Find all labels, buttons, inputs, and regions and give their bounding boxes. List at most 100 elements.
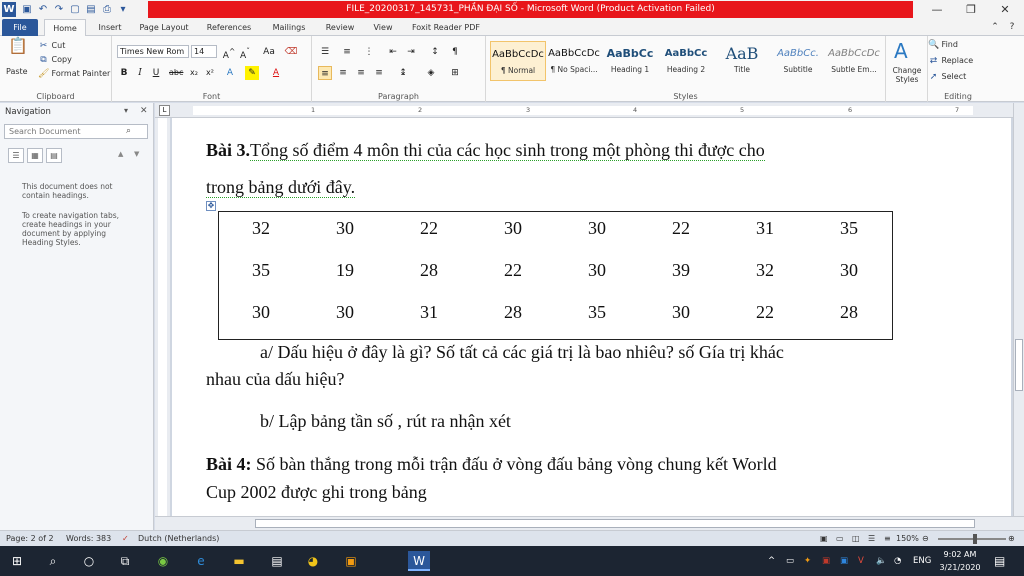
highlight-icon[interactable]: ✎ <box>245 66 259 80</box>
horizontal-scroll-thumb[interactable] <box>255 519 975 528</box>
table-move-handle-icon[interactable]: ✥ <box>206 201 216 211</box>
nav-up-icon[interactable]: ▲ <box>118 150 123 158</box>
store-icon[interactable]: ▤ <box>266 551 288 571</box>
customize-toolbar-icon[interactable]: ▾ <box>116 2 130 17</box>
restore-icon[interactable]: ❐ <box>954 0 988 19</box>
bold-icon[interactable]: B <box>117 66 131 80</box>
word-taskbar-icon[interactable]: W <box>408 551 430 571</box>
tab-selector-icon[interactable]: L <box>159 105 170 116</box>
tray-icon[interactable]: ✦ <box>804 546 811 576</box>
word-count[interactable]: Words: 383 <box>66 533 111 545</box>
tab-references[interactable]: References <box>200 19 258 36</box>
cut-button[interactable]: ✂ Cut <box>38 40 66 52</box>
vertical-scroll-thumb[interactable] <box>1015 339 1023 391</box>
underline-icon[interactable]: U <box>149 66 163 80</box>
search-icon[interactable]: ⌕ <box>126 126 131 136</box>
tray-icon[interactable]: ▣ <box>840 546 848 576</box>
tray-icon[interactable]: V <box>858 546 864 576</box>
show-marks-icon[interactable]: ¶ <box>448 45 462 59</box>
web-layout-icon[interactable]: ◫ <box>852 533 860 545</box>
help-icon[interactable]: ? <box>1005 19 1019 36</box>
italic-icon[interactable]: I <box>133 66 147 80</box>
bullets-icon[interactable]: ☰ <box>318 45 332 59</box>
nav-close-icon[interactable]: ✕ <box>140 106 148 116</box>
open-folder-icon[interactable]: ▤ <box>84 2 98 17</box>
undo-icon[interactable]: ↶ <box>36 2 50 17</box>
replace-button[interactable]: ⇄ Replace <box>928 55 973 67</box>
zoom-level[interactable]: 150% <box>896 533 919 545</box>
paste-icon[interactable]: 📋 <box>6 38 30 66</box>
multilevel-list-icon[interactable]: ⋮ <box>362 45 376 59</box>
clear-formatting-icon[interactable]: ⌫ <box>284 45 298 59</box>
volume-icon[interactable]: 🔈 <box>876 546 887 576</box>
copy-button[interactable]: ⧉ Copy <box>38 54 72 66</box>
tab-mailings[interactable]: Mailings <box>264 19 314 36</box>
increase-indent-icon[interactable]: ⇥ <box>404 45 418 59</box>
sort-icon[interactable]: ↕ <box>428 45 442 59</box>
change-styles-button[interactable]: Change Styles <box>888 66 926 84</box>
style-title[interactable]: AaB Title <box>714 41 770 81</box>
numbering-icon[interactable]: ≡ <box>340 45 354 59</box>
collapse-ribbon-icon[interactable]: ⌃ <box>988 19 1002 36</box>
style-subtitle[interactable]: AaBbCc. Subtitle <box>770 41 826 81</box>
cortana-icon[interactable]: ○ <box>78 551 100 571</box>
tab-view[interactable]: View <box>366 19 400 36</box>
outline-icon[interactable]: ☰ <box>868 533 875 545</box>
find-button[interactable]: 🔍 Find <box>928 39 958 51</box>
zoom-slider-thumb[interactable] <box>973 534 977 544</box>
horizontal-ruler[interactable]: L 1 2 3 4 5 6 7 <box>155 103 1013 118</box>
tab-review[interactable]: Review <box>320 19 360 36</box>
subscript-icon[interactable]: x₂ <box>187 66 201 80</box>
document-page[interactable]: Bài 3.Tổng số điểm 4 môn thi của các học… <box>172 118 1011 516</box>
tab-insert[interactable]: Insert <box>90 19 130 36</box>
superscript-icon[interactable]: x² <box>203 66 217 80</box>
nav-options-icon[interactable]: ▾ <box>124 106 128 115</box>
score-table[interactable]: 32 30 22 30 30 22 31 35 35 19 28 22 30 3… <box>218 211 893 340</box>
edge-icon[interactable]: e <box>190 551 212 571</box>
style-no-spacing[interactable]: AaBbCcDc ¶ No Spaci... <box>546 41 602 81</box>
horizontal-scrollbar[interactable] <box>155 516 1024 530</box>
style-normal[interactable]: AaBbCcDc ¶ Normal <box>490 41 546 81</box>
tab-file[interactable]: File <box>2 19 38 36</box>
style-subtle-emphasis[interactable]: AaBbCcDc Subtle Em... <box>826 41 882 81</box>
shading-icon[interactable]: ◈ <box>424 66 438 80</box>
tray-icon[interactable]: ▣ <box>822 546 830 576</box>
task-view-icon[interactable]: ⧉ <box>114 551 136 571</box>
nav-tab-pages[interactable]: ▦ <box>27 148 43 163</box>
style-heading-2[interactable]: AaBbCc Heading 2 <box>658 41 714 81</box>
line-spacing-icon[interactable]: ↨ <box>396 66 410 80</box>
page-count[interactable]: Page: 2 of 2 <box>6 533 54 545</box>
minimize-icon[interactable]: — <box>920 0 954 19</box>
network-icon[interactable]: ◔ <box>894 546 901 576</box>
grow-font-icon[interactable]: A^ <box>222 45 236 61</box>
tab-page-layout[interactable]: Page Layout <box>134 19 194 36</box>
text-effects-icon[interactable]: A <box>223 66 237 80</box>
select-button[interactable]: ➚ Select <box>928 71 967 83</box>
nav-tab-results[interactable]: ▤ <box>46 148 62 163</box>
shrink-font-icon[interactable]: Aˇ <box>238 45 252 61</box>
save-icon[interactable]: ▣ <box>20 2 34 17</box>
zoom-slider[interactable] <box>938 538 1006 540</box>
proofing-icon[interactable]: ✓ <box>122 533 129 545</box>
font-color-icon[interactable]: A <box>269 66 283 80</box>
notifications-icon[interactable]: ▤ <box>994 546 1005 576</box>
change-case-icon[interactable]: Aa <box>262 45 276 59</box>
vertical-scrollbar[interactable] <box>1013 103 1024 516</box>
style-heading-1[interactable]: AaBbCc Heading 1 <box>602 41 658 81</box>
strikethrough-icon[interactable]: abc <box>169 66 183 80</box>
windows-start-icon[interactable]: ⊞ <box>6 551 28 571</box>
input-language[interactable]: ENG <box>913 546 931 576</box>
nav-tab-headings[interactable]: ☰ <box>8 148 24 163</box>
tray-overflow-icon[interactable]: ^ <box>768 546 775 576</box>
full-screen-icon[interactable]: ▭ <box>836 533 844 545</box>
draft-icon[interactable]: ≡ <box>884 533 891 545</box>
paste-button[interactable]: Paste <box>6 66 28 78</box>
new-document-icon[interactable]: ▢ <box>68 2 82 17</box>
format-painter-button[interactable]: 🖌 Format Painter <box>38 68 110 80</box>
align-right-icon[interactable]: ≡ <box>354 66 368 80</box>
font-size-select[interactable]: 14 <box>191 45 217 58</box>
file-explorer-icon[interactable]: ▬ <box>228 551 250 571</box>
chrome-icon[interactable]: ◕ <box>302 551 324 571</box>
borders-icon[interactable]: ⊞ <box>448 66 462 80</box>
language-status[interactable]: Dutch (Netherlands) <box>138 533 219 545</box>
